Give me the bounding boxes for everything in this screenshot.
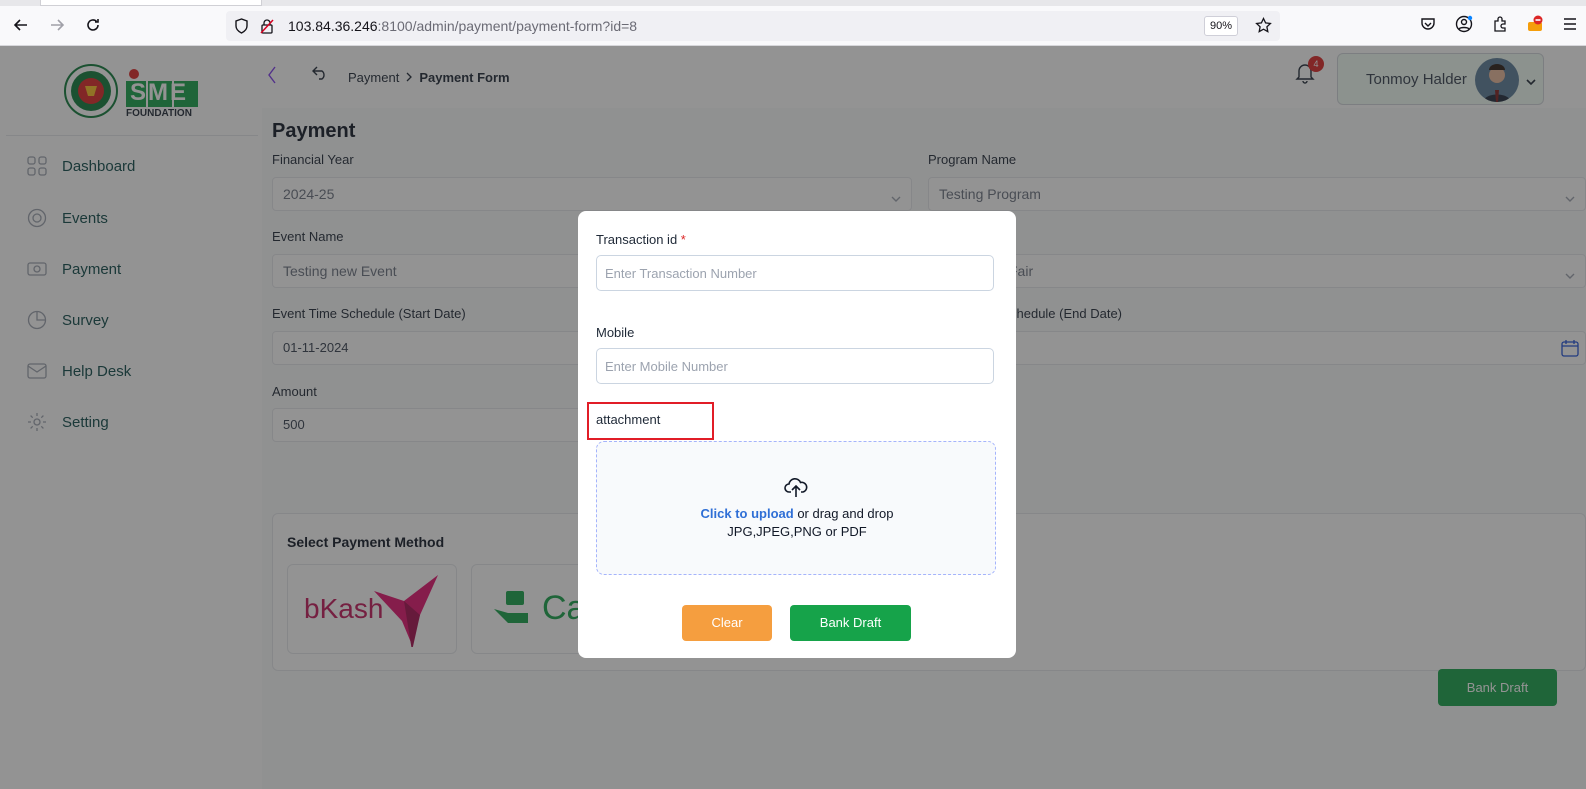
transaction-id-placeholder: Enter Transaction Number <box>605 266 757 281</box>
attachment-label: attachment <box>596 412 661 427</box>
file-upload-dropzone[interactable]: Click to upload or drag and drop JPG,JPE… <box>596 441 996 575</box>
back-arrow-icon[interactable] <box>10 14 32 36</box>
forward-arrow-icon[interactable] <box>46 14 68 36</box>
insecure-lock-icon[interactable] <box>260 18 274 39</box>
blocker-extension-icon[interactable] <box>1525 14 1545 34</box>
account-icon[interactable] <box>1454 14 1474 34</box>
transaction-id-label: Transaction id * <box>596 232 686 247</box>
url-text: 103.84.36.246:8100/admin/payment/payment… <box>288 18 638 34</box>
mobile-placeholder: Enter Mobile Number <box>605 359 728 374</box>
click-to-upload-link[interactable]: Click to upload <box>701 506 794 521</box>
allowed-file-types: JPG,JPEG,PNG or PDF <box>727 524 867 539</box>
drag-drop-text: or drag and drop <box>793 506 894 521</box>
zoom-level-badge[interactable]: 90% <box>1203 16 1238 36</box>
extensions-icon[interactable] <box>1490 14 1510 34</box>
mobile-input[interactable]: Enter Mobile Number <box>596 348 994 384</box>
transaction-modal: Transaction id * Enter Transaction Numbe… <box>578 211 1016 658</box>
shield-icon[interactable] <box>234 18 249 39</box>
pocket-icon[interactable] <box>1418 14 1438 34</box>
cloud-upload-icon <box>784 476 808 503</box>
clear-button[interactable]: Clear <box>682 605 772 641</box>
mobile-label: Mobile <box>596 325 635 340</box>
upload-instructions: Click to upload or drag and drop <box>597 506 997 521</box>
transaction-id-input[interactable]: Enter Transaction Number <box>596 255 994 291</box>
required-asterisk: * <box>680 232 686 247</box>
url-bar[interactable]: 103.84.36.246:8100/admin/payment/payment… <box>226 11 1280 41</box>
browser-toolbar: 103.84.36.246:8100/admin/payment/payment… <box>0 0 1586 46</box>
reload-icon[interactable] <box>82 14 104 36</box>
active-tab[interactable] <box>40 0 262 6</box>
hamburger-menu-icon[interactable] <box>1560 14 1580 34</box>
modal-bank-draft-button[interactable]: Bank Draft <box>790 605 911 641</box>
bookmark-star-icon[interactable] <box>1255 16 1272 39</box>
tab-strip <box>0 0 1586 6</box>
